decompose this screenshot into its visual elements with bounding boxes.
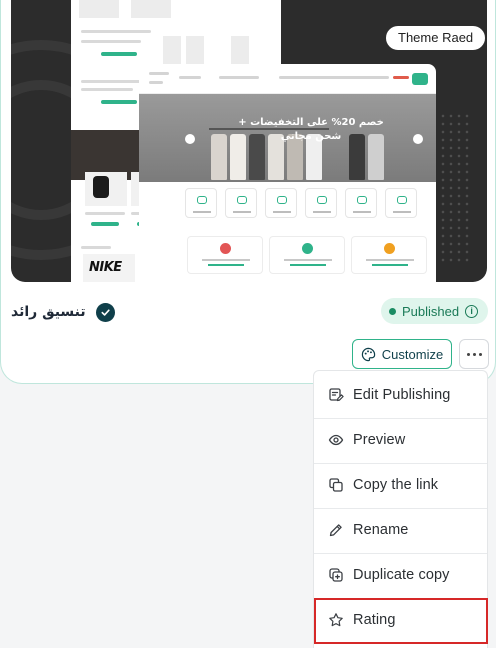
menu-item-preview[interactable]: Preview	[314, 418, 487, 462]
info-icon[interactable]: i	[465, 304, 479, 318]
preview-prev-arrow	[185, 134, 195, 144]
more-options-button[interactable]	[459, 339, 489, 369]
preview-nav-bar	[139, 64, 436, 94]
menu-item-label: Copy the link	[353, 477, 439, 493]
theme-card: NIKE خصم 20% على التخفيضات + شحن مجاني T…	[0, 0, 496, 384]
menu-item-label: Rating	[353, 612, 396, 628]
customize-button[interactable]: Customize	[352, 339, 452, 369]
menu-item-label: Edit Publishing	[353, 387, 451, 403]
eye-icon	[328, 434, 344, 446]
decorative-dot-grid	[439, 112, 473, 262]
menu-item-duplicate-copy[interactable]: Duplicate copy	[314, 553, 487, 597]
menu-item-label: Rename	[353, 522, 409, 538]
preview-front-page: خصم 20% على التخفيضات + شحن مجاني	[139, 64, 436, 282]
options-dropdown-menu: Edit Publishing Preview Copy the link Re…	[313, 370, 488, 648]
palette-icon	[361, 347, 375, 361]
duplicate-icon	[329, 568, 343, 582]
menu-item-edit-publishing[interactable]: Edit Publishing	[314, 373, 487, 417]
pencil-icon	[329, 524, 342, 537]
menu-item-copy-link[interactable]: Copy the link	[314, 463, 487, 507]
nike-logo: NIKE	[89, 260, 122, 275]
status-label: Published	[402, 303, 460, 319]
status-badge: Published i	[381, 298, 488, 324]
star-icon	[329, 613, 343, 627]
status-dot-icon	[389, 307, 396, 315]
customize-label: Customize	[381, 346, 444, 362]
more-dots-icon	[466, 352, 470, 356]
store-title-row: تنسيق رائد	[11, 301, 115, 323]
preview-hero-text: خصم 20% على التخفيضات + شحن مجاني	[238, 117, 384, 142]
copy-icon	[329, 478, 343, 492]
preview-hero-banner: خصم 20% على التخفيضات + شحن مجاني	[139, 94, 436, 182]
store-name: تنسيق رائد	[11, 304, 86, 320]
menu-item-rating[interactable]: Rating	[314, 598, 487, 642]
preview-feature-card	[269, 236, 345, 274]
edit-publishing-icon	[329, 388, 344, 402]
preview-category-row	[185, 188, 425, 218]
preview-next-arrow	[413, 134, 423, 144]
preview-feature-card	[187, 236, 263, 274]
preview-feature-card	[351, 236, 427, 274]
menu-item-label: Preview	[353, 432, 406, 448]
menu-item-label: Duplicate copy	[353, 567, 450, 583]
verified-check-icon	[95, 302, 115, 322]
theme-name-badge: Theme Raed	[385, 25, 487, 51]
menu-item-rename[interactable]: Rename	[314, 508, 487, 552]
